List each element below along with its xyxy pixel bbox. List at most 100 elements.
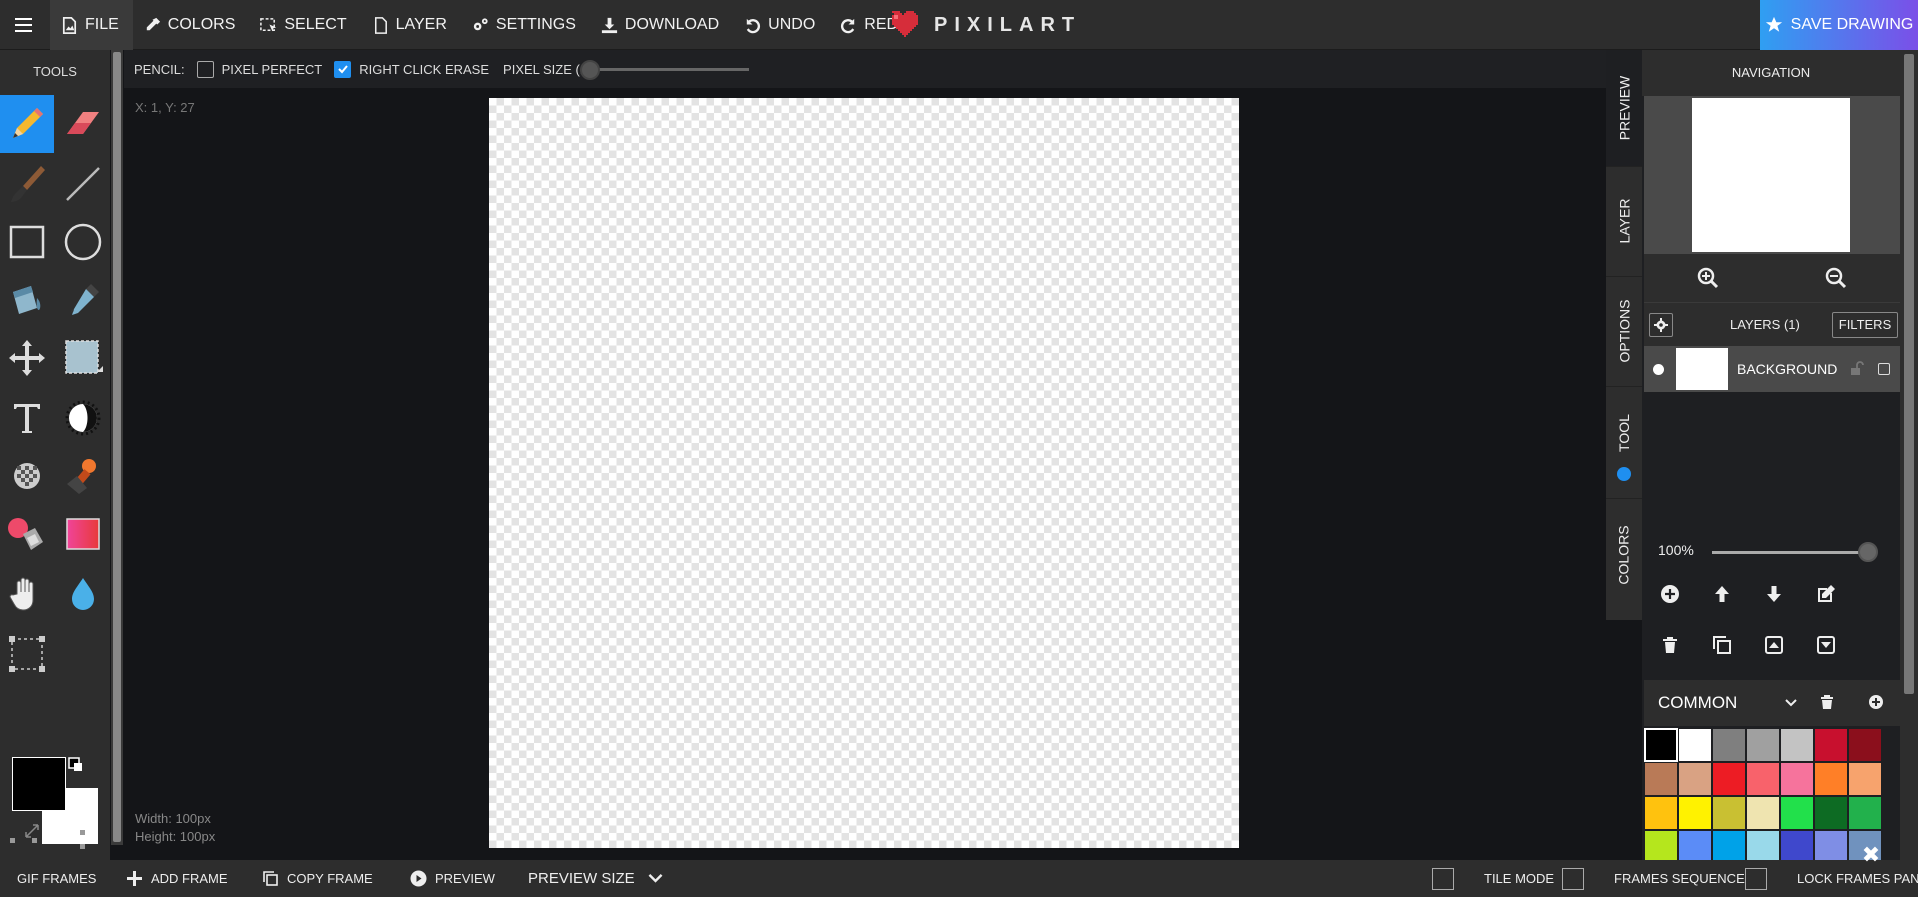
layer-select-checkbox[interactable] bbox=[1878, 363, 1890, 375]
color-swatch[interactable] bbox=[1814, 762, 1848, 796]
color-picker-tool[interactable] bbox=[56, 271, 110, 329]
tools-scrollbar[interactable] bbox=[111, 50, 123, 845]
save-drawing-button[interactable]: SAVE DRAWING bbox=[1760, 0, 1918, 50]
more-tools-dots[interactable] bbox=[10, 828, 90, 858]
blur-tool[interactable] bbox=[0, 505, 54, 563]
circle-tool[interactable] bbox=[56, 213, 110, 271]
color-swatch[interactable] bbox=[1678, 762, 1712, 796]
color-swatch[interactable] bbox=[1814, 796, 1848, 830]
color-swatch[interactable] bbox=[1746, 762, 1780, 796]
preview-size-dropdown[interactable]: PREVIEW SIZE bbox=[528, 860, 664, 897]
tab-tool[interactable]: TOOL bbox=[1606, 388, 1642, 478]
tab-preview[interactable]: PREVIEW bbox=[1606, 50, 1642, 166]
gif-frames-label[interactable]: GIF FRAMES bbox=[17, 860, 96, 897]
color-swatch[interactable] bbox=[1814, 830, 1848, 864]
lighten-tool[interactable] bbox=[56, 389, 110, 447]
pixilart-logo[interactable]: PIXILART bbox=[888, 10, 1081, 40]
gradient-tool[interactable] bbox=[56, 505, 110, 563]
color-swatch[interactable] bbox=[1644, 728, 1678, 762]
swap-colors-icon[interactable] bbox=[68, 757, 84, 773]
color-swatch[interactable] bbox=[1644, 830, 1678, 864]
pixel-perfect-checkbox[interactable] bbox=[196, 60, 214, 78]
move-tool[interactable] bbox=[0, 329, 54, 387]
drawing-canvas[interactable] bbox=[489, 98, 1239, 848]
color-swatch[interactable] bbox=[1780, 762, 1814, 796]
rectangle-tool[interactable] bbox=[0, 213, 54, 271]
layer-item[interactable]: BACKGROUND bbox=[1644, 346, 1900, 392]
eraser-tool[interactable] bbox=[56, 95, 110, 153]
frames-sequence-checkbox[interactable] bbox=[1562, 867, 1584, 890]
tab-colors[interactable]: COLORS bbox=[1606, 500, 1642, 610]
menu-layer[interactable]: LAYER bbox=[361, 0, 461, 50]
color-swatch[interactable] bbox=[1848, 762, 1882, 796]
hand-tool[interactable] bbox=[0, 565, 54, 623]
color-swatch[interactable] bbox=[1678, 796, 1712, 830]
opacity-slider-track[interactable] bbox=[1712, 551, 1862, 554]
color-swatch[interactable] bbox=[1814, 728, 1848, 762]
zoom-out-icon[interactable] bbox=[1824, 266, 1848, 290]
move-layer-up-button[interactable] bbox=[1708, 580, 1736, 608]
pixel-size-slider-track[interactable] bbox=[594, 68, 749, 71]
color-swatch[interactable] bbox=[1780, 830, 1814, 864]
zoom-in-icon[interactable] bbox=[1696, 266, 1720, 290]
menu-undo[interactable]: UNDO bbox=[733, 0, 829, 50]
color-swatch[interactable] bbox=[1848, 728, 1882, 762]
line-tool[interactable] bbox=[56, 155, 110, 213]
water-drop-tool[interactable] bbox=[56, 565, 110, 623]
trash-icon[interactable] bbox=[1820, 694, 1834, 710]
preview-button[interactable]: PREVIEW bbox=[410, 860, 495, 897]
layer-settings-button[interactable] bbox=[1649, 313, 1673, 337]
add-layer-button[interactable] bbox=[1656, 580, 1684, 608]
pencil-tool[interactable] bbox=[0, 95, 54, 153]
lock-frames-checkbox[interactable] bbox=[1745, 867, 1767, 890]
crop-tool[interactable] bbox=[0, 625, 54, 683]
plus-circle-icon[interactable] bbox=[1868, 694, 1884, 710]
pixel-size-slider-knob[interactable] bbox=[580, 60, 600, 80]
color-swatch[interactable] bbox=[1678, 830, 1712, 864]
selection-tool[interactable] bbox=[56, 329, 110, 387]
navigation-preview[interactable] bbox=[1644, 96, 1900, 254]
color-swatch[interactable] bbox=[1644, 762, 1678, 796]
menu-download[interactable]: DOWNLOAD bbox=[590, 0, 733, 50]
opacity-slider-knob[interactable] bbox=[1858, 542, 1878, 562]
text-tool[interactable] bbox=[0, 389, 54, 447]
dither-tool[interactable] bbox=[0, 447, 54, 505]
menu-select[interactable]: SELECT bbox=[249, 0, 360, 50]
move-layer-down-button[interactable] bbox=[1760, 580, 1788, 608]
tile-mode-toggle[interactable]: TILE MODE bbox=[1432, 860, 1554, 897]
delete-layer-button[interactable] bbox=[1656, 631, 1684, 659]
lock-frames-toggle[interactable]: LOCK FRAMES PANEL bbox=[1745, 860, 1918, 897]
close-icon[interactable]: ✖ bbox=[1856, 840, 1886, 870]
right-panel-scrollbar[interactable] bbox=[1900, 50, 1918, 860]
menu-file[interactable]: FILE bbox=[50, 0, 133, 50]
color-swatch[interactable] bbox=[1746, 796, 1780, 830]
filters-button[interactable]: FILTERS bbox=[1832, 312, 1898, 338]
copy-frame-button[interactable]: COPY FRAME bbox=[262, 860, 373, 897]
hamburger-menu-button[interactable] bbox=[0, 0, 46, 50]
frames-sequence-toggle[interactable]: FRAMES SEQUENCE bbox=[1562, 860, 1745, 897]
color-swatch[interactable] bbox=[1678, 728, 1712, 762]
merge-down-button[interactable] bbox=[1812, 631, 1840, 659]
stamp-tool[interactable] bbox=[56, 447, 110, 505]
right-click-erase-checkbox[interactable] bbox=[334, 60, 352, 78]
color-swatch[interactable] bbox=[1712, 728, 1746, 762]
chevron-down-icon[interactable] bbox=[1784, 697, 1798, 709]
menu-settings[interactable]: SETTINGS bbox=[461, 0, 590, 50]
add-frame-button[interactable]: ADD FRAME bbox=[126, 860, 228, 897]
tab-options[interactable]: OPTIONS bbox=[1606, 278, 1642, 384]
duplicate-layer-button[interactable] bbox=[1708, 631, 1736, 659]
color-swatch[interactable] bbox=[1746, 830, 1780, 864]
layer-visibility-dot[interactable] bbox=[1653, 364, 1664, 375]
brush-tool[interactable] bbox=[0, 155, 54, 213]
unlock-icon[interactable] bbox=[1849, 361, 1865, 377]
color-swatch[interactable] bbox=[1712, 762, 1746, 796]
tab-layer[interactable]: LAYER bbox=[1606, 168, 1642, 274]
color-swatch[interactable] bbox=[1644, 796, 1678, 830]
color-swatch[interactable] bbox=[1712, 796, 1746, 830]
paint-bucket-tool[interactable] bbox=[0, 271, 54, 329]
palette-name[interactable]: COMMON bbox=[1658, 693, 1737, 713]
color-swatch[interactable] bbox=[1712, 830, 1746, 864]
color-swatch[interactable] bbox=[1848, 796, 1882, 830]
color-swatch[interactable] bbox=[1780, 728, 1814, 762]
color-swatch[interactable] bbox=[1746, 728, 1780, 762]
